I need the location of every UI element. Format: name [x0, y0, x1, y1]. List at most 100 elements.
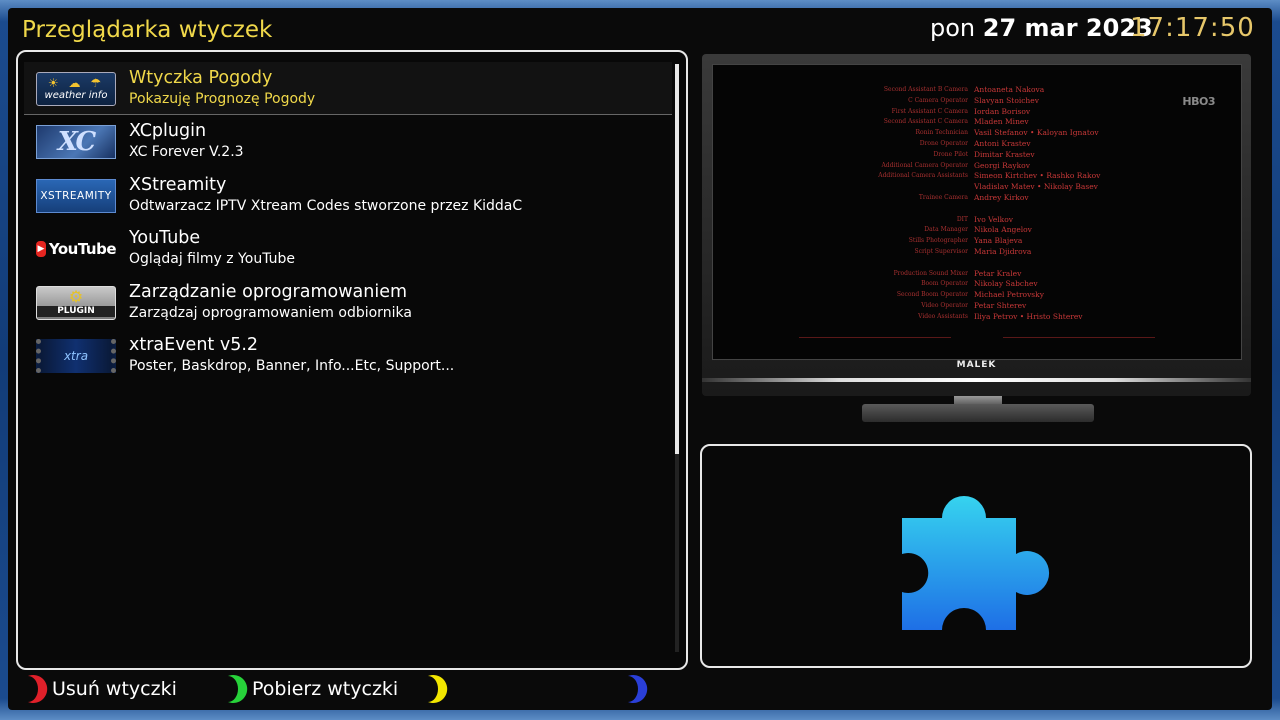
credit-role — [713, 258, 974, 269]
credit-name: Ivo Velkov — [974, 214, 1013, 224]
plugin-name: Zarządzanie oprogramowaniem — [129, 281, 408, 302]
credit-row: Production Sound Mixer Petar Kralev — [713, 269, 1241, 280]
tv-light-strip — [702, 378, 1251, 382]
yellow-button[interactable] — [422, 674, 452, 704]
weather-icon: ☀ ☁ ☂ weather info — [36, 72, 116, 106]
plugin-description: Zarządzaj oprogramowaniem odbiornika — [129, 304, 412, 321]
credit-role: Ronin Technician — [915, 129, 969, 137]
credit-name: Nikola Angelov — [974, 225, 1032, 235]
tv-screen: HBO3 Second Assistant B Camera Antoaneta … — [712, 64, 1242, 360]
credit-name: Iordan Borisov — [974, 106, 1031, 116]
xstreamity-icon: XSTREAMITY — [36, 178, 116, 213]
credit-role: Second Assistant B Camera — [883, 86, 968, 93]
credit-name: Maria Djidrova — [974, 246, 1032, 256]
plugin-name: Wtyczka Pogody — [129, 68, 273, 88]
credit-role — [713, 204, 974, 215]
plugin-name: xtraEvent v5.2 — [129, 334, 259, 355]
credit-role: Additional Camera Operator — [881, 161, 968, 169]
credit-row: Ronin Technician Vasil Stefanov • Kaloyan… — [713, 128, 1241, 139]
credit-role: Second Boom Operator — [896, 291, 968, 299]
credit-row: Drone Operator Antoni Krastev — [713, 139, 1241, 150]
credit-row: Video Assistants Iliya Petrov • Hristo Sh… — [713, 312, 1241, 323]
credit-name: Simeon Kirtchev • Rashko Rakov — [974, 171, 1101, 181]
plugin-preview-frame — [700, 444, 1252, 668]
credit-row: Vladislav Matev • Nikolay Basev — [713, 182, 1241, 193]
credit-name: Nikolay Sabchev — [974, 279, 1038, 289]
date-display: pon 27 mar 2023 — [930, 14, 1153, 42]
credit-role: DIT — [956, 215, 968, 223]
credit-name: Antoni Krastev — [974, 138, 1031, 148]
credit-name: Mladen Minev — [974, 117, 1029, 127]
red-button[interactable]: Usuń wtyczki — [22, 674, 177, 704]
blue-button[interactable] — [622, 674, 652, 704]
credit-row: Drone Pilot Dimitar Krastev — [713, 150, 1241, 161]
plugin-item-software-manager[interactable]: ⚙ PLUGIN Zarządzanie oprogramowaniem Zar… — [24, 276, 672, 329]
credit-name: Vladislav Matev • Nikolay Basev — [974, 182, 1098, 192]
plugin-description: Pokazuję Prognozę Pogody — [129, 91, 316, 107]
credit-name: Antoaneta Nakova — [974, 85, 1045, 94]
plugin-description: Poster, Baskdrop, Banner, Info...Etc, Su… — [129, 357, 455, 374]
date-label: 27 mar 2023 — [982, 14, 1153, 42]
credit-row: Trainee Camera Andrey Kirkov — [713, 193, 1241, 204]
credit-role: Boom Operator — [921, 280, 968, 288]
credit-row: Data Manager Nikola Angelov — [713, 225, 1241, 236]
credit-row — [713, 258, 1241, 269]
credit-row: Second Assistant C Camera Mladen Minev — [713, 117, 1241, 128]
credit-name: Michael Petrovsky — [974, 290, 1044, 300]
page-title: Przeglądarka wtyczek — [22, 17, 273, 43]
credit-row: Video Operator Petar Shterev — [713, 301, 1241, 312]
xcplugin-icon: XC — [36, 125, 116, 160]
puzzle-piece-icon — [902, 496, 1050, 630]
credit-row: C Camera Operator Slavyan Stoichev — [713, 96, 1241, 107]
yellow-button-icon — [428, 675, 448, 703]
credit-name: Petar Kralev — [974, 268, 1022, 278]
day-label: pon — [930, 14, 976, 42]
plugin-item-youtube[interactable]: ▶ YouTube YouTube Oglądaj filmy z YouTub… — [24, 222, 672, 275]
tv-stand — [862, 404, 1094, 422]
plugin-description: XC Forever V.2.3 — [129, 144, 244, 161]
credit-role: Drone Operator — [919, 139, 968, 147]
credits-list: Second Assistant B Camera Antoaneta Nakov… — [713, 85, 1241, 323]
green-button[interactable]: Pobierz wtyczki — [222, 674, 398, 704]
youtube-icon: ▶ YouTube — [36, 240, 116, 259]
credit-role: First Assistant C Camera — [891, 107, 968, 115]
credit-row: Additional Camera Operator Georgi Raykov — [713, 161, 1241, 172]
credit-role: Trainee Camera — [918, 193, 968, 201]
credit-name: Yana Blajeva — [974, 236, 1023, 246]
credit-role: Video Operator — [921, 301, 968, 309]
credit-name: Iliya Petrov • Hristo Shterev — [974, 311, 1083, 321]
plugin-list: ☀ ☁ ☂ weather info Wtyczka Pogody Pokazu… — [24, 62, 672, 382]
credit-role — [713, 182, 974, 193]
red-button-label: Usuń wtyczki — [52, 678, 177, 700]
plugin-item-xcplugin[interactable]: XC XCplugin XC Forever V.2.3 — [24, 115, 672, 168]
plugin-name: YouTube — [129, 228, 201, 249]
credit-role: Second Assistant C Camera — [883, 118, 968, 126]
credit-name: Petar Shterev — [974, 300, 1027, 310]
clock: 17:17:50 — [1130, 13, 1255, 43]
plugin-name: XStreamity — [129, 174, 227, 195]
credit-role: Production Sound Mixer — [893, 269, 968, 277]
tv-brand: MALEK — [956, 360, 997, 370]
green-button-label: Pobierz wtyczki — [252, 678, 399, 700]
plugin-name: XCplugin — [129, 121, 207, 142]
plugin-description: Oglądaj filmy z YouTube — [129, 251, 295, 268]
credit-role: Stills Photographer — [908, 237, 968, 245]
plugin-item-xtraevent[interactable]: xtra xtraEvent v5.2 Poster, Baskdrop, Ba… — [24, 329, 672, 382]
scrollbar[interactable] — [675, 64, 679, 652]
plugin-icon: ⚙ PLUGIN — [36, 285, 116, 320]
green-button-icon — [228, 675, 248, 703]
plugin-item-weather[interactable]: ☀ ☁ ☂ weather info Wtyczka Pogody Pokazu… — [24, 62, 672, 116]
credits-divider — [799, 337, 1155, 338]
credit-role: Additional Camera Assistants — [878, 172, 968, 180]
credit-name: Slavyan Stoichev — [974, 95, 1039, 105]
credit-role: Drone Pilot — [933, 150, 968, 158]
plugin-description: Odtwarzacz IPTV Xtream Codes stworzone p… — [129, 197, 523, 214]
credit-row: Second Boom Operator Michael Petrovsky — [713, 290, 1241, 301]
xtraevent-icon: xtra — [36, 338, 116, 373]
credit-row: Script Supervisor Maria Djidrova — [713, 247, 1241, 258]
credit-row: Boom Operator Nikolay Sabchev — [713, 279, 1241, 290]
plugin-item-xstreamity[interactable]: XSTREAMITY XStreamity Odtwarzacz IPTV Xt… — [24, 169, 672, 222]
scrollbar-thumb[interactable] — [675, 64, 679, 454]
blue-button-icon — [628, 675, 648, 703]
credit-role: Data Manager — [924, 226, 968, 234]
